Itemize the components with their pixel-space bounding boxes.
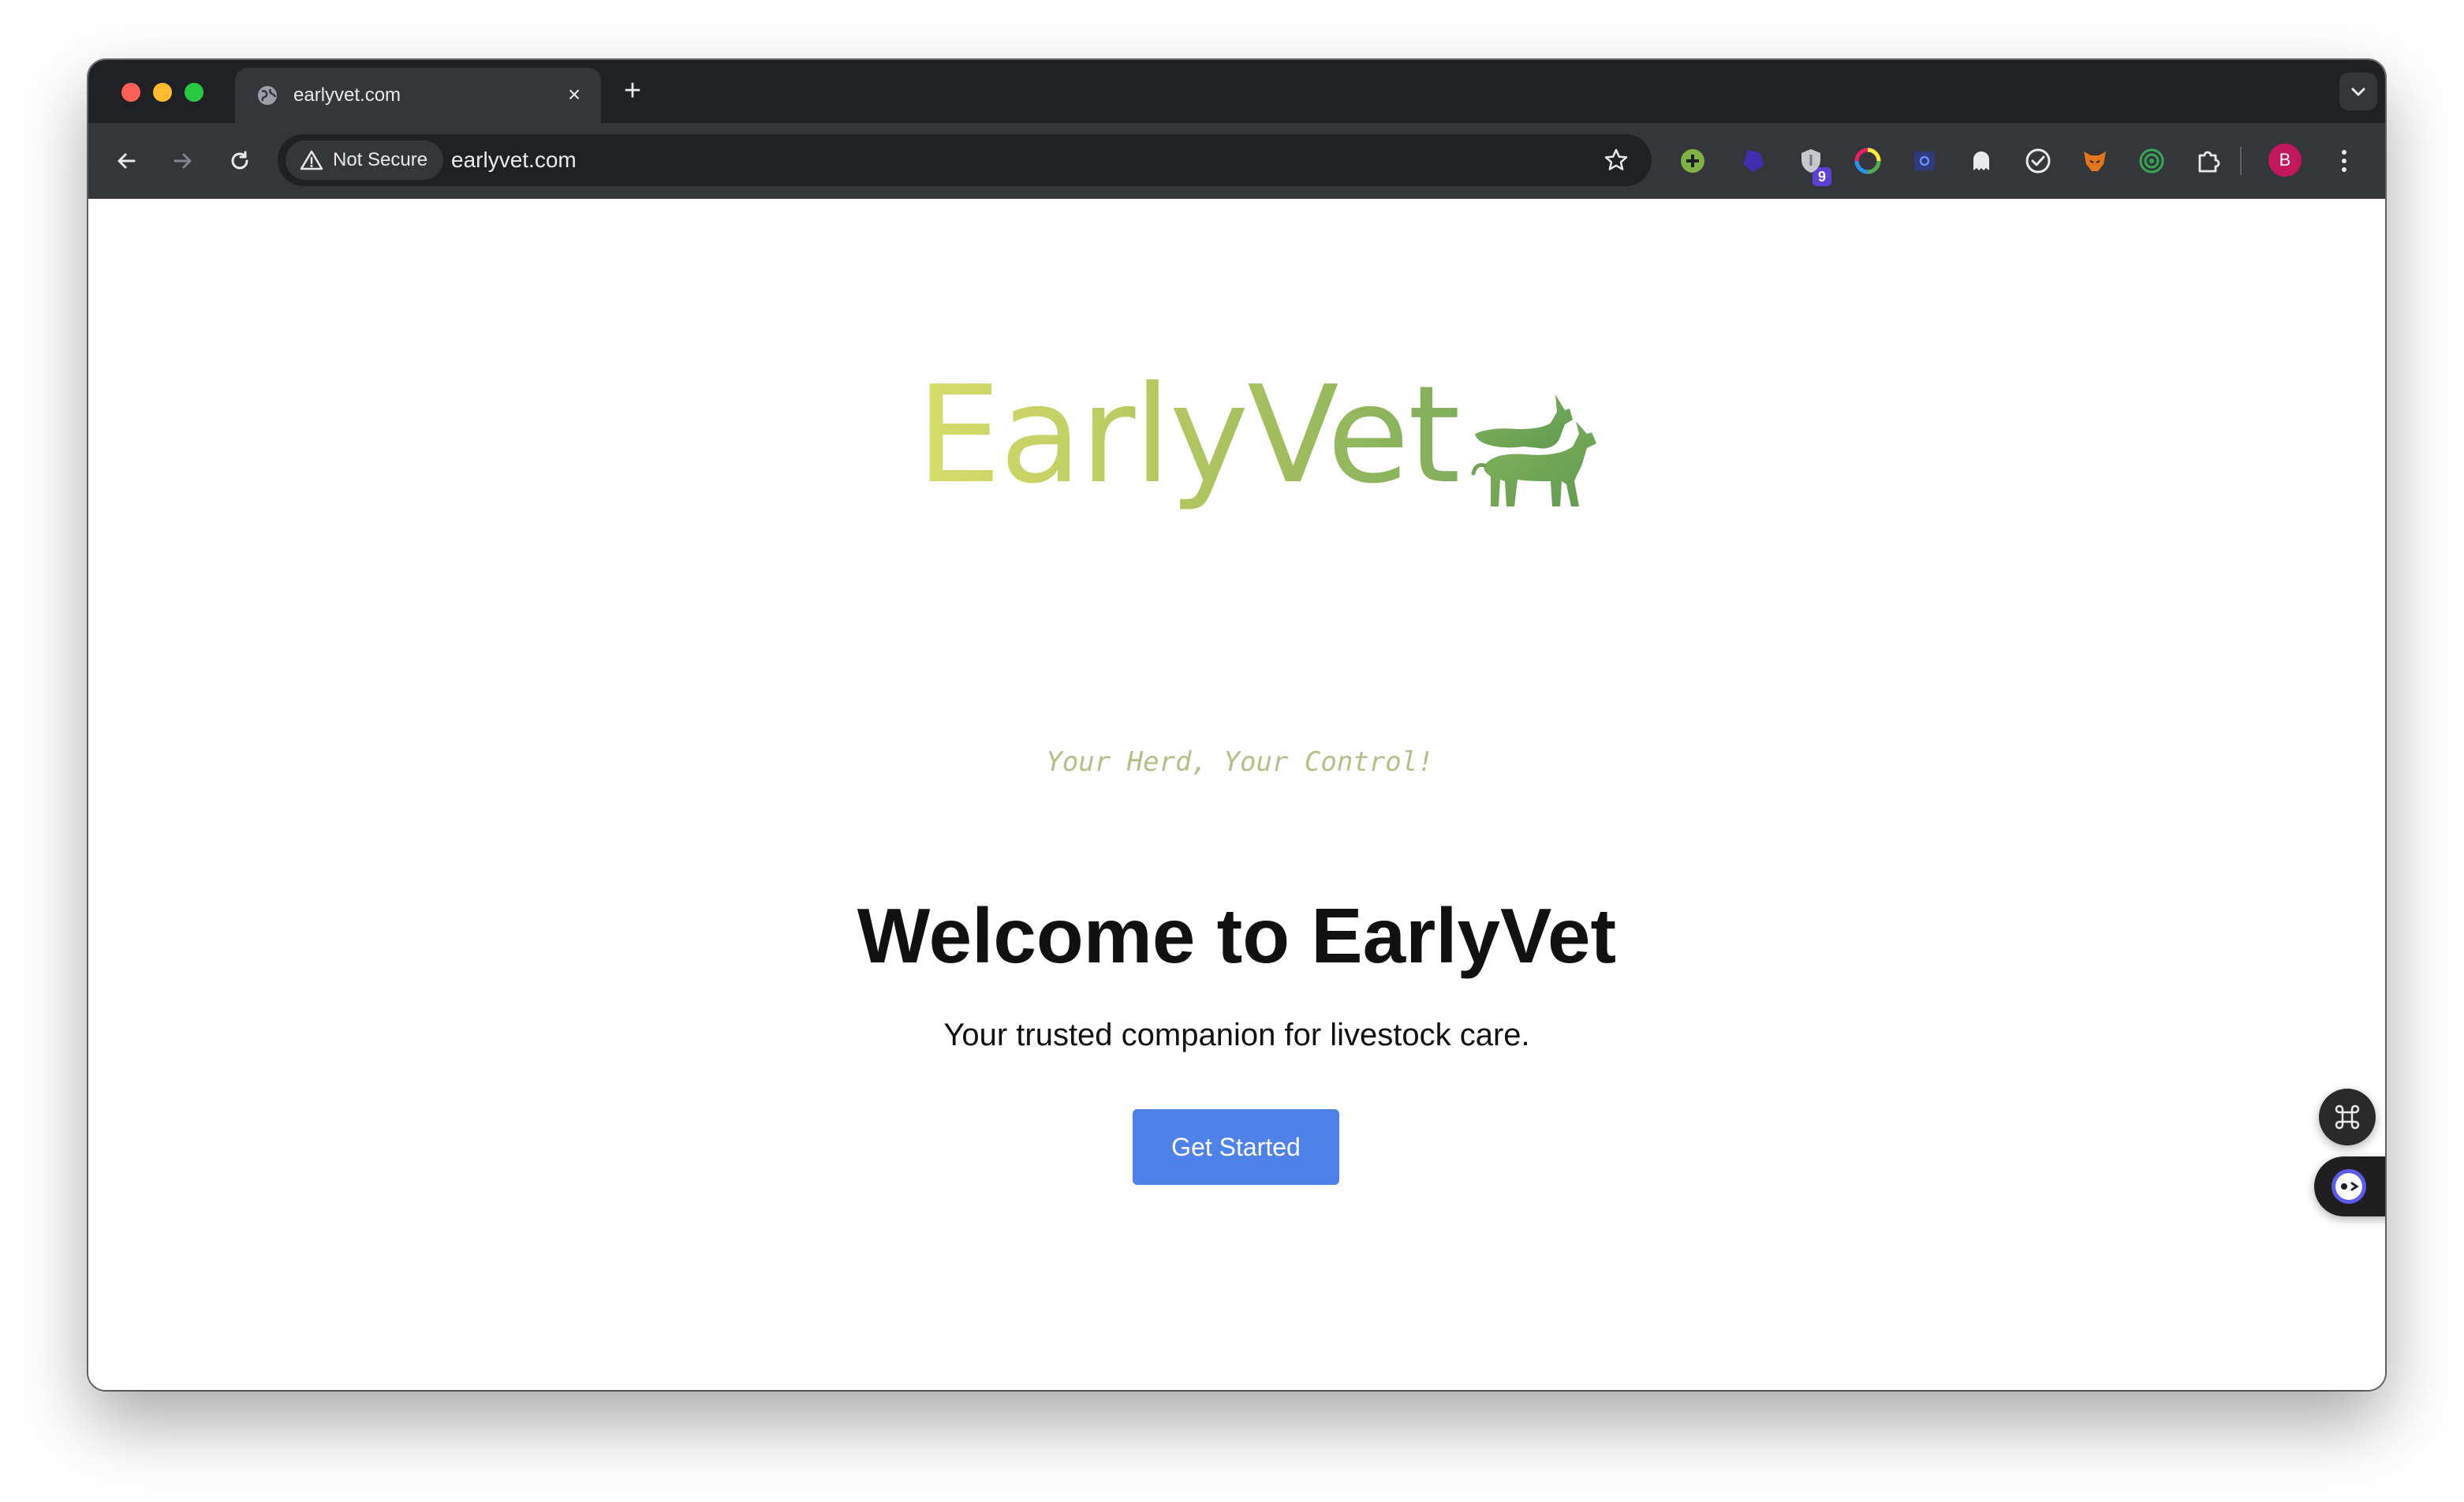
security-label: Not Secure xyxy=(333,149,428,170)
command-key-icon xyxy=(2335,1104,2360,1130)
command-widget-button[interactable] xyxy=(2319,1089,2376,1145)
tab-earlyvet[interactable]: earlyvet.com × xyxy=(235,68,601,123)
page-content: EarlyVet Your Herd, Your Control! Welcom… xyxy=(88,199,2385,1390)
browser-toolbar: Not Secure earlyvet.com 9 B xyxy=(88,123,2385,200)
page-title: Welcome to EarlyVet xyxy=(857,892,1617,979)
color-ring-icon[interactable] xyxy=(1852,145,1883,177)
assistant-widget-button[interactable] xyxy=(2314,1156,2385,1216)
puzzle-icon[interactable] xyxy=(2193,145,2224,177)
new-tab-button[interactable]: + xyxy=(618,76,647,106)
tab-close-icon[interactable]: × xyxy=(562,82,587,107)
add-extension-icon[interactable] xyxy=(1677,145,1708,177)
back-arrow-icon[interactable] xyxy=(112,147,140,175)
security-chip[interactable]: Not Secure xyxy=(286,140,444,180)
camera-extension-icon[interactable] xyxy=(1909,145,1940,177)
robot-face-icon xyxy=(2331,1169,2366,1204)
earlyvet-logo[interactable]: EarlyVet xyxy=(917,357,1611,530)
close-window-button[interactable] xyxy=(121,83,140,102)
logo-wordmark: EarlyVet xyxy=(917,357,1461,514)
tab-search-button[interactable] xyxy=(2339,73,2377,110)
chevron-down-icon xyxy=(2351,88,2365,96)
minimize-window-button[interactable] xyxy=(153,83,172,102)
hexagon-extension-icon[interactable] xyxy=(1737,145,1768,177)
browser-window: earlyvet.com × + Not Secure earlyvet.com… xyxy=(88,60,2385,1390)
ghost-icon[interactable] xyxy=(1966,145,1997,177)
target-icon[interactable] xyxy=(2136,145,2167,177)
globe-icon xyxy=(258,86,277,105)
toolbar-divider xyxy=(2240,147,2242,175)
tagline: Your Herd, Your Control! xyxy=(1046,746,1434,778)
get-started-button[interactable]: Get Started xyxy=(1133,1109,1339,1185)
goats-icon xyxy=(1471,394,1596,506)
fox-icon[interactable] xyxy=(2079,145,2111,177)
url-text[interactable]: earlyvet.com xyxy=(451,147,577,174)
maximize-window-button[interactable] xyxy=(185,83,203,102)
bookmark-star-icon[interactable] xyxy=(1603,147,1630,174)
check-circle-icon[interactable] xyxy=(2022,145,2054,177)
page-subtitle: Your trusted companion for livestock car… xyxy=(943,1018,1530,1052)
tab-title: earlyvet.com xyxy=(293,84,401,106)
tab-strip: earlyvet.com × + xyxy=(88,60,2385,123)
more-menu-icon[interactable] xyxy=(2336,145,2352,177)
forward-arrow-icon[interactable] xyxy=(169,147,197,175)
profile-avatar[interactable]: B xyxy=(2268,144,2302,177)
warning-icon xyxy=(300,150,323,170)
shield-icon[interactable] xyxy=(1795,145,1827,177)
reload-icon[interactable] xyxy=(226,147,254,175)
address-bar[interactable]: Not Secure earlyvet.com xyxy=(278,134,1652,186)
